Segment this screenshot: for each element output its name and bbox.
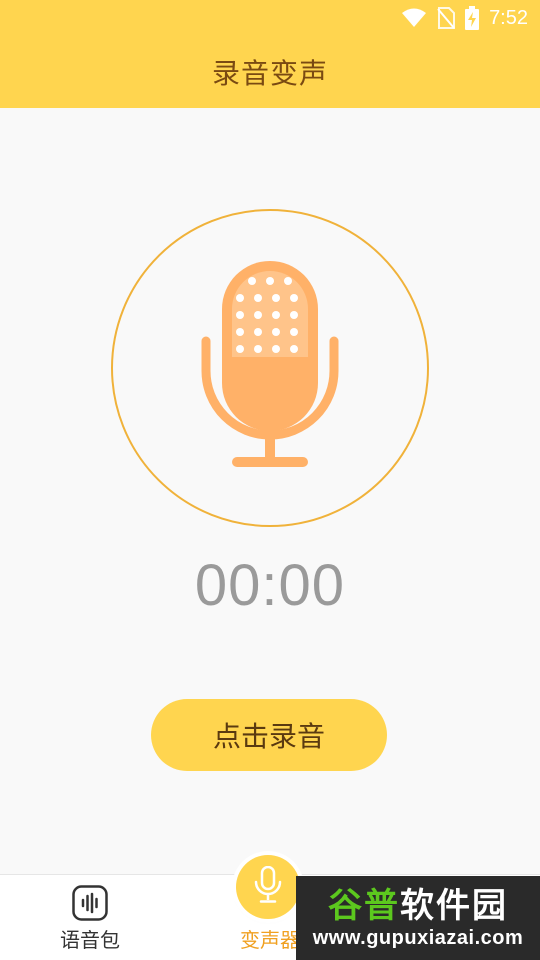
voice-pack-icon xyxy=(72,885,108,921)
battery-charging-icon xyxy=(465,6,480,30)
nav-label-voice-pack: 语音包 xyxy=(60,928,120,952)
status-bar: 7:52 xyxy=(0,0,540,36)
app-bar: 录音变声 xyxy=(0,36,540,108)
microphone-icon xyxy=(200,261,340,475)
record-button[interactable]: 点击录音 xyxy=(151,699,387,771)
watermark-brand: 谷普软件园 xyxy=(328,886,508,926)
no-sim-icon xyxy=(437,7,456,29)
voice-changer-fab[interactable] xyxy=(236,855,300,919)
wifi-icon xyxy=(401,8,427,28)
nav-label-voice-changer: 变声器 xyxy=(240,928,300,952)
watermark-brand-prefix: 谷普 xyxy=(328,886,400,926)
timer-display: 00:00 xyxy=(194,553,346,618)
watermark-brand-suffix: 软件园 xyxy=(400,886,508,926)
mic-display xyxy=(111,209,429,527)
watermark-logo: 谷普软件园 www.gupuxiazai.com xyxy=(296,876,540,960)
status-time: 7:52 xyxy=(489,6,528,29)
status-icons: 7:52 xyxy=(401,5,528,31)
page-title: 录音变声 xyxy=(211,57,328,90)
nav-item-voice-pack[interactable]: 语音包 xyxy=(30,875,150,960)
watermark-url: www.gupuxiazai.com xyxy=(312,927,524,949)
microphone-icon xyxy=(253,865,283,908)
